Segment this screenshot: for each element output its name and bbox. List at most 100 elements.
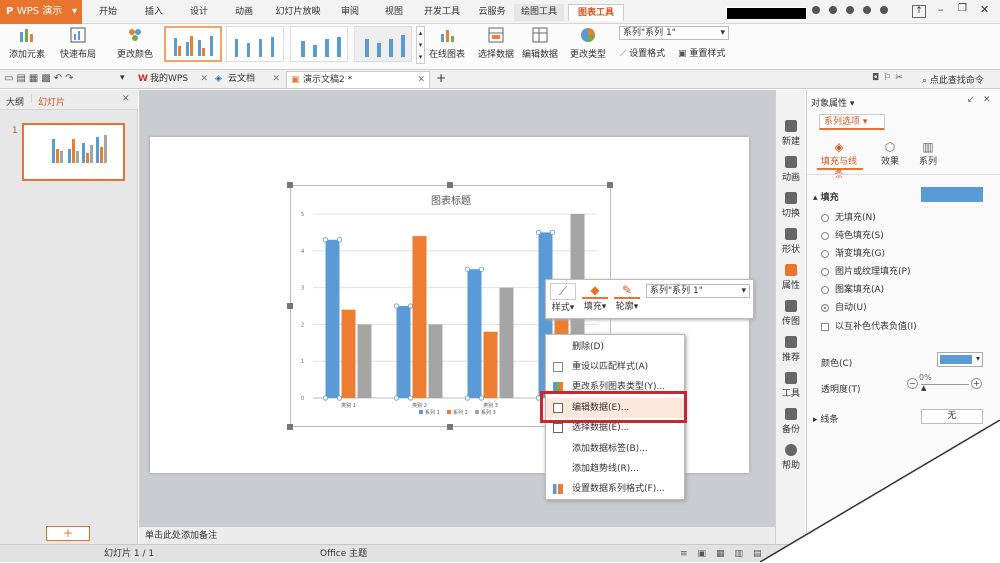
- menu-item-reset-style[interactable]: 重设以匹配样式(A): [546, 357, 686, 377]
- radio[interactable]: [821, 213, 829, 222]
- more-dropdown-icon[interactable]: ▾: [120, 73, 125, 83]
- change-type-button[interactable]: 更改类型: [568, 26, 608, 60]
- fill-option-gradient[interactable]: 渐变填充(G): [821, 246, 885, 259]
- mini-series-dropdown[interactable]: 系列"系列 1" ▾: [646, 284, 750, 298]
- settings-icon[interactable]: [862, 6, 871, 14]
- outline-button[interactable]: ✎ 轮廓▾: [614, 283, 640, 312]
- fill-option-pattern[interactable]: 图案填充(A): [821, 282, 884, 295]
- skin-icon[interactable]: [812, 6, 820, 14]
- add-slide-button[interactable]: +: [46, 526, 90, 541]
- help-icon[interactable]: [879, 6, 888, 14]
- fill-option-solid[interactable]: 纯色填充(S): [821, 228, 884, 241]
- property-button[interactable]: 属性: [776, 264, 806, 291]
- panel-title[interactable]: 对象属性 ▾: [811, 96, 854, 109]
- view-mode-icons[interactable]: ≡▣▦▥▤: [680, 545, 772, 563]
- chart-style-4[interactable]: [354, 26, 412, 62]
- style-button[interactable]: ⟋ 样式▾: [550, 283, 576, 313]
- tab-cloud[interactable]: 云服务: [474, 4, 510, 21]
- radio[interactable]: [821, 267, 829, 276]
- quick-layout-button[interactable]: 快速布局: [54, 26, 102, 60]
- edit-data-button[interactable]: 编辑数据: [520, 26, 560, 60]
- close-icon[interactable]: ✕: [200, 71, 208, 88]
- tab-row-tools-icons[interactable]: ◘⚐✂: [872, 73, 907, 83]
- tab-animation[interactable]: 动画: [228, 4, 260, 21]
- close-icon[interactable]: ✕: [980, 3, 989, 16]
- fill-option-auto[interactable]: 自动(U): [821, 300, 867, 313]
- tab-insert[interactable]: 插入: [138, 4, 170, 21]
- quick-access-icons[interactable]: ▭▤▦▩↶↷: [4, 73, 77, 84]
- app-menu-button[interactable]: P WPS 演示 ▾: [0, 0, 82, 24]
- select-data-button[interactable]: 选择数据: [476, 26, 516, 60]
- radio-selected[interactable]: [821, 303, 829, 312]
- add-element-button[interactable]: 添加元素: [4, 26, 50, 60]
- menu-item-delete[interactable]: 删除(D): [546, 337, 686, 357]
- tab-view[interactable]: 视图: [380, 4, 408, 21]
- radio[interactable]: [821, 231, 829, 240]
- style-scroll[interactable]: ▴ ▾ ▾: [416, 26, 425, 64]
- reset-style-button[interactable]: ▣ 重置样式: [678, 46, 725, 59]
- checkbox[interactable]: [821, 322, 829, 331]
- radio[interactable]: [821, 285, 829, 294]
- plus-icon[interactable]: +: [971, 378, 982, 389]
- resize-handle[interactable]: [287, 424, 293, 430]
- maximize-icon[interactable]: ❐: [958, 3, 967, 14]
- fill-button[interactable]: ◆ 填充▾: [582, 283, 608, 312]
- resize-handle[interactable]: [447, 182, 453, 188]
- tab-developer[interactable]: 开发工具: [420, 4, 464, 21]
- share-icon[interactable]: [828, 6, 837, 14]
- slides-tab[interactable]: 幻灯片: [38, 95, 65, 108]
- set-format-button[interactable]: ⟋ 设置格式: [620, 46, 665, 59]
- color-picker[interactable]: ▾: [937, 352, 983, 367]
- online-chart-button[interactable]: 在线图表: [426, 26, 468, 60]
- tab-home[interactable]: 开始: [90, 4, 126, 21]
- resize-handle[interactable]: [607, 182, 613, 188]
- chart-style-2[interactable]: [226, 26, 284, 62]
- tab-series[interactable]: ▥ 系列: [913, 140, 943, 167]
- animation-button[interactable]: 动画: [776, 156, 806, 183]
- fill-option-none[interactable]: 无填充(N): [821, 210, 876, 223]
- radio[interactable]: [821, 249, 829, 258]
- tools-button[interactable]: 工具: [776, 372, 806, 399]
- invert-negative-checkbox[interactable]: 以互补色代表负值(I): [821, 319, 917, 332]
- menu-item-add-data-labels[interactable]: 添加数据标签(B)...: [546, 439, 686, 459]
- resize-handle[interactable]: [447, 424, 453, 430]
- recommend-button[interactable]: 推荐: [776, 336, 806, 363]
- outline-tab[interactable]: 大纲: [6, 95, 24, 108]
- change-color-button[interactable]: 更改颜色: [110, 26, 160, 60]
- tab-review[interactable]: 审阅: [336, 4, 364, 21]
- chart-style-3[interactable]: [290, 26, 348, 62]
- sync-icon[interactable]: [845, 6, 854, 14]
- tab-slideshow[interactable]: 幻灯片放映: [272, 4, 324, 21]
- close-icon[interactable]: ✕: [417, 72, 425, 89]
- command-search[interactable]: ⌕ 点此查找命令: [922, 73, 984, 86]
- slider-thumb[interactable]: ▲: [921, 384, 926, 392]
- new-tab-button[interactable]: +: [436, 71, 446, 85]
- minimize-icon[interactable]: –: [938, 3, 944, 16]
- resize-handle[interactable]: [287, 182, 293, 188]
- tab-cloud-doc[interactable]: ◈ 云文档 ✕: [212, 71, 284, 88]
- transparency-slider[interactable]: − ▲ 0% +: [907, 373, 983, 392]
- transition-button[interactable]: 切换: [776, 192, 806, 219]
- resize-handle[interactable]: [287, 303, 293, 309]
- fill-option-picture[interactable]: 图片或纹理填充(P): [821, 264, 910, 277]
- close-icon[interactable]: ✕: [272, 71, 280, 88]
- tab-my-wps[interactable]: W 我的WPS ✕: [134, 71, 212, 88]
- tab-chart-tools[interactable]: 图表工具: [568, 4, 624, 21]
- shape-button[interactable]: 形状: [776, 228, 806, 255]
- tab-drawing-tools[interactable]: 绘图工具: [514, 4, 564, 21]
- pin-icon[interactable]: ↙: [967, 95, 975, 105]
- menu-item-format-series[interactable]: 设置数据系列格式(F)...: [546, 479, 686, 499]
- tab-design[interactable]: 设计: [182, 4, 216, 21]
- new-button[interactable]: 新建: [776, 120, 806, 147]
- tab-current-document[interactable]: ▣ 演示文稿2 * ✕: [286, 71, 430, 88]
- upload-icon[interactable]: ↑: [912, 5, 926, 18]
- series-options-dropdown[interactable]: 系列选项 ▾: [819, 114, 885, 130]
- slide-thumbnail[interactable]: [22, 123, 125, 181]
- menu-item-add-trendline[interactable]: 添加趋势线(R)...: [546, 459, 686, 479]
- close-icon[interactable]: ✕: [122, 94, 130, 104]
- fill-section-header[interactable]: ▴ 填充: [813, 190, 839, 203]
- notes-pane[interactable]: 单击此处添加备注: [139, 526, 775, 544]
- series-select-dropdown[interactable]: 系列"系列 1" ▾: [619, 26, 729, 40]
- close-icon[interactable]: ✕: [983, 95, 991, 105]
- upload-image-button[interactable]: 传图: [776, 300, 806, 327]
